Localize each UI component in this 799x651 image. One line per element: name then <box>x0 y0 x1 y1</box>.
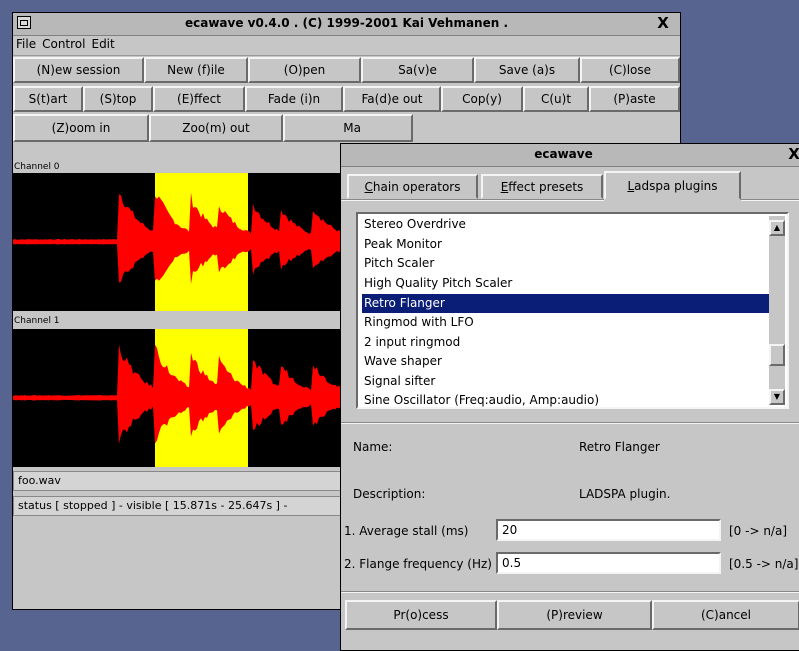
fade-in-button[interactable]: Fade (i)n <box>245 86 343 112</box>
dialog-title: ecawave <box>534 147 593 161</box>
list-item[interactable]: Peak Monitor <box>362 235 770 254</box>
main-titlebar[interactable]: ecawave v0.4.0 . (C) 1999-2001 Kai Vehma… <box>13 13 680 36</box>
channel-1-label: Channel 1 <box>14 316 60 326</box>
tab-mnemonic: L <box>627 178 635 193</box>
channel-1-waveform[interactable] <box>13 329 353 467</box>
tab-effect-presets[interactable]: Effect presets <box>481 174 603 199</box>
list-item[interactable]: Stereo Overdrive <box>362 215 770 234</box>
tab-chain-operators[interactable]: Chain operators <box>347 174 478 199</box>
zoom-out-button[interactable]: Zoo(m) out <box>149 114 283 142</box>
plugin-list[interactable]: Stereo Overdrive Peak Monitor Pitch Scal… <box>356 212 789 409</box>
scroll-down-icon[interactable]: ▼ <box>769 389 785 405</box>
stop-button[interactable]: (S)top <box>83 86 153 112</box>
dialog-titlebar[interactable]: ecawave X <box>341 144 799 167</box>
waveform-0-svg <box>13 173 353 311</box>
copy-button[interactable]: Cop(y) <box>441 86 523 112</box>
separator <box>341 591 799 593</box>
preview-button[interactable]: (P)review <box>497 600 652 630</box>
tab-text: adspa plugins <box>634 178 718 193</box>
save-button[interactable]: Sa(v)e <box>361 57 474 83</box>
paste-button[interactable]: (P)aste <box>589 86 680 112</box>
ladspa-dialog: ecawave X Chain operators Effect presets… <box>340 143 799 651</box>
tab-text: ffect presets <box>508 179 584 194</box>
plugin-list-scrollbar[interactable]: ▲ ▼ <box>769 216 785 405</box>
param-1-label: 1. Average stall (ms) <box>344 524 469 538</box>
filename-field: foo.wav <box>13 471 353 491</box>
list-item[interactable]: Wave shaper <box>362 352 770 371</box>
list-item[interactable]: High Quality Pitch Scaler <box>362 274 770 293</box>
close-icon[interactable]: X <box>654 15 672 32</box>
param-1-range: [0 -> n/a] <box>729 524 788 538</box>
process-button[interactable]: Pr(o)cess <box>345 600 497 630</box>
zoom-in-button[interactable]: (Z)oom in <box>13 114 149 142</box>
new-session-button[interactable]: (N)ew session <box>13 57 144 83</box>
tab-mnemonic: E <box>500 179 509 194</box>
tab-text: hain operators <box>372 179 461 194</box>
list-item-selected[interactable]: Retro Flanger <box>362 294 770 313</box>
fade-out-button[interactable]: Fa(d)e out <box>343 86 441 112</box>
cancel-button[interactable]: (C)ancel <box>652 600 799 630</box>
list-item[interactable]: 2 input ringmod <box>362 333 770 352</box>
status-bar: status [ stopped ] - visible [ 15.871s -… <box>13 496 353 516</box>
list-item[interactable]: Pitch Scaler <box>362 254 770 273</box>
close-icon[interactable]: X <box>785 146 799 163</box>
name-value: Retro Flanger <box>579 440 660 454</box>
channel-0-label: Channel 0 <box>14 162 60 172</box>
param-2-range: [0.5 -> n/a] <box>729 557 799 571</box>
max-button[interactable]: Ma <box>283 114 413 142</box>
start-button[interactable]: S(t)art <box>13 86 83 112</box>
param-2-label: 2. Flange frequency (Hz) <box>344 557 492 571</box>
param-1-input[interactable]: 20 <box>496 519 721 541</box>
scroll-thumb[interactable] <box>769 344 785 366</box>
waveform-1-svg <box>13 329 353 467</box>
list-item[interactable]: Signal sifter <box>362 372 770 391</box>
name-label: Name: <box>353 440 393 454</box>
menu-control[interactable]: Control <box>39 35 88 53</box>
list-item[interactable]: Ringmod with LFO <box>362 313 770 332</box>
new-file-button[interactable]: New (f)ile <box>144 57 248 83</box>
description-label: Description: <box>353 487 426 501</box>
scroll-up-icon[interactable]: ▲ <box>769 220 785 236</box>
effect-button[interactable]: (E)ffect <box>153 86 245 112</box>
cut-button[interactable]: C(u)t <box>523 86 589 112</box>
menu-file[interactable]: File <box>13 35 39 53</box>
param-2-input[interactable]: 0.5 <box>496 552 721 574</box>
main-window-title: ecawave v0.4.0 . (C) 1999-2001 Kai Vehma… <box>184 16 509 30</box>
close-button[interactable]: (C)lose <box>580 57 680 83</box>
list-item[interactable]: Sine Oscillator (Freq:audio, Amp:audio) <box>362 391 770 407</box>
menu-edit[interactable]: Edit <box>88 35 117 53</box>
tab-baseline <box>341 199 604 201</box>
tab-mnemonic: C <box>364 179 373 194</box>
open-button[interactable]: (O)pen <box>248 57 361 83</box>
menubar: File Control Edit <box>13 35 680 56</box>
separator <box>341 422 799 424</box>
tab-ladspa-plugins[interactable]: Ladspa plugins <box>604 171 741 200</box>
tab-baseline <box>741 199 799 201</box>
channel-0-waveform[interactable] <box>13 173 353 311</box>
description-value: LADSPA plugin. <box>579 487 671 501</box>
save-as-button[interactable]: Save (a)s <box>474 57 580 83</box>
